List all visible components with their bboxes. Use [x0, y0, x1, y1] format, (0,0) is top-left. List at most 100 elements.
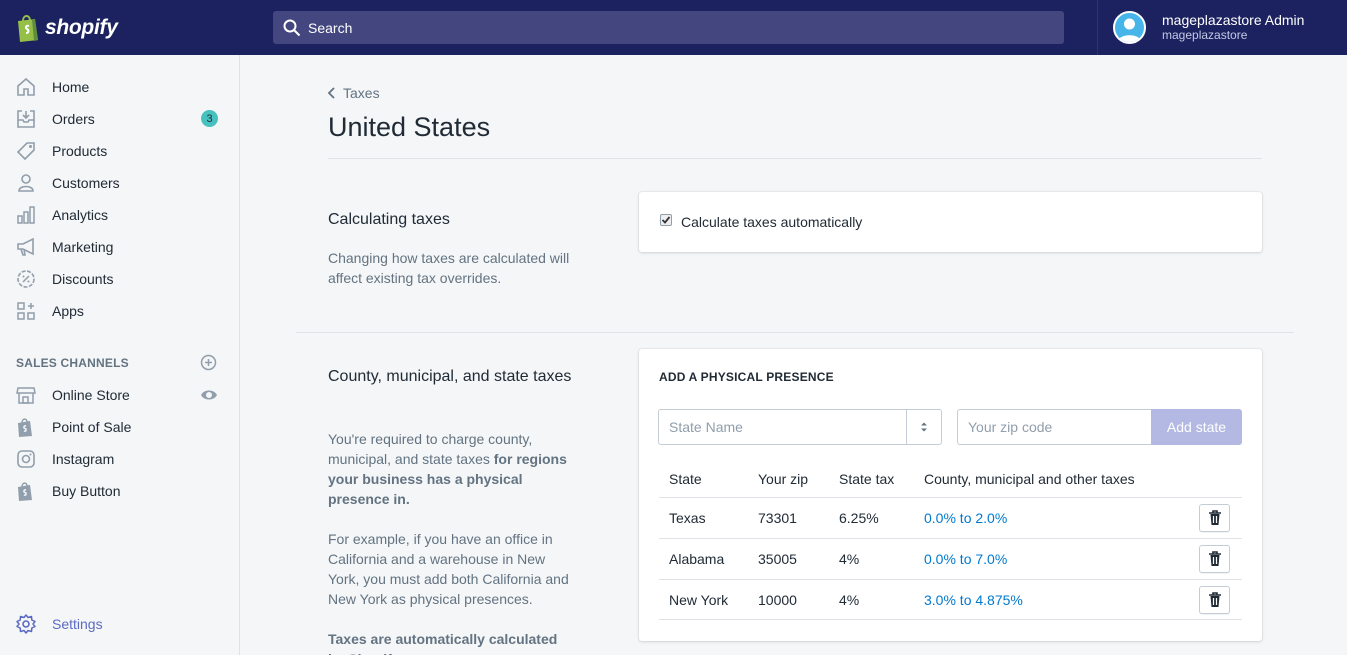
calculate-taxes-label[interactable]: Calculate taxes automatically [681, 214, 862, 230]
sidebar-item-label: Settings [52, 616, 103, 632]
sidebar-item-label: Analytics [52, 207, 109, 223]
sidebar-item-products[interactable]: Products [0, 135, 239, 167]
sidebar-item-label: Instagram [52, 451, 115, 467]
person-icon [15, 172, 37, 194]
physical-presence-card: ADD A PHYSICAL PRESENCE State Name Add s… [639, 349, 1262, 641]
calculating-card: Calculate taxes automatically [639, 192, 1262, 252]
sidebar-item-label: Discounts [52, 271, 114, 287]
section-title-county: County, municipal, and state taxes [328, 368, 572, 385]
orders-icon [15, 108, 37, 130]
eye-icon[interactable] [200, 386, 218, 404]
sidebar-item-label: Buy Button [52, 483, 121, 499]
cell-other-taxes-link[interactable]: 0.0% to 2.0% [924, 510, 1007, 526]
sidebar-item-online-store[interactable]: Online Store [0, 379, 239, 411]
account-name: mageplazastore Admin [1162, 12, 1305, 28]
divider [296, 332, 1294, 333]
section-example-county: For example, if you have an office in Ca… [328, 531, 569, 607]
table-row: Texas 73301 6.25% 0.0% to 2.0% [659, 497, 1242, 538]
divider [328, 158, 1262, 159]
cell-state-tax: 4% [839, 551, 860, 567]
sidebar-item-buy-button[interactable]: Buy Button [0, 475, 239, 507]
shopify-logo[interactable]: shopify [0, 0, 240, 55]
bar-chart-icon [15, 204, 37, 226]
sidebar-item-marketing[interactable]: Marketing [0, 231, 239, 263]
avatar [1113, 11, 1146, 44]
sidebar-item-customers[interactable]: Customers [0, 167, 239, 199]
sidebar-item-home[interactable]: Home [0, 71, 239, 103]
add-channel-icon[interactable] [200, 354, 217, 371]
store-icon [15, 384, 37, 406]
sidebar-item-settings[interactable]: Settings [0, 608, 239, 640]
sidebar-item-discounts[interactable]: Discounts [0, 263, 239, 295]
brand-name: shopify [45, 15, 118, 39]
sidebar-item-instagram[interactable]: Instagram [0, 443, 239, 475]
sidebar: Home Orders 3 Products Customers Analyti… [0, 55, 240, 655]
orders-count-badge: 3 [201, 110, 218, 127]
discount-icon [15, 268, 37, 290]
column-header-state-tax: State tax [839, 471, 895, 487]
sidebar-item-analytics[interactable]: Analytics [0, 199, 239, 231]
section-title-calculating: Calculating taxes [328, 211, 450, 228]
section-description-calculating: Changing how taxes are calculated will a… [328, 250, 570, 286]
apps-icon [15, 300, 37, 322]
breadcrumb-label: Taxes [343, 85, 380, 101]
column-header-zip: Your zip [758, 471, 809, 487]
sidebar-item-label: Apps [52, 303, 84, 319]
user-avatar-icon [1118, 18, 1141, 42]
checkmark-icon [661, 216, 671, 224]
cell-zip: 35005 [758, 551, 797, 567]
delete-button[interactable] [1199, 545, 1230, 573]
page-title: United States [328, 112, 491, 142]
card-heading: ADD A PHYSICAL PRESENCE [659, 370, 834, 384]
breadcrumb[interactable]: Taxes [327, 85, 380, 101]
trash-icon [1208, 592, 1221, 607]
account-store: mageplazastore [1162, 28, 1248, 42]
search-bar[interactable] [273, 11, 1064, 44]
zip-code-field[interactable] [957, 409, 1151, 445]
cell-other-taxes-link[interactable]: 3.0% to 4.875% [924, 592, 1023, 608]
cell-state: New York [669, 592, 729, 608]
sidebar-item-label: Home [52, 79, 90, 95]
sales-channels-heading: SALES CHANNELS [16, 356, 129, 370]
table-row: Alabama 35005 4% 0.0% to 7.0% [659, 538, 1242, 579]
sidebar-item-apps[interactable]: Apps [0, 295, 239, 327]
search-icon [283, 19, 301, 36]
sidebar-item-label: Online Store [52, 387, 130, 403]
select-arrows-icon [906, 410, 941, 444]
cell-other-taxes-link[interactable]: 0.0% to 7.0% [924, 551, 1007, 567]
sidebar-item-label: Customers [52, 175, 120, 191]
sidebar-item-point-of-sale[interactable]: Point of Sale [0, 411, 239, 443]
search-input[interactable] [308, 19, 1008, 36]
delete-button[interactable] [1199, 504, 1230, 532]
chevron-left-icon [327, 87, 335, 99]
tag-icon [15, 140, 37, 162]
column-header-other-taxes: County, municipal and other taxes [924, 471, 1135, 487]
gear-icon [15, 613, 37, 635]
top-bar: shopify mageplazastore Admin mageplazast… [0, 0, 1347, 55]
sidebar-item-label: Marketing [52, 239, 114, 255]
shopify-bag-icon [15, 416, 37, 438]
add-state-button[interactable]: Add state [1151, 409, 1242, 445]
cell-state: Alabama [669, 551, 725, 567]
state-select[interactable]: State Name [658, 409, 942, 445]
sidebar-item-label: Orders [52, 111, 95, 127]
delete-button[interactable] [1199, 586, 1230, 614]
sidebar-item-label: Point of Sale [52, 419, 132, 435]
state-select-placeholder: State Name [669, 419, 743, 435]
cell-state-tax: 6.25% [839, 510, 879, 526]
column-header-state: State [669, 471, 702, 487]
shopify-bag-icon [15, 480, 37, 502]
sidebar-item-label: Products [52, 143, 108, 159]
cell-state: Texas [669, 510, 706, 526]
cell-state-tax: 4% [839, 592, 860, 608]
divider [1097, 0, 1098, 55]
trash-icon [1208, 510, 1221, 525]
zip-code-input[interactable] [958, 410, 1138, 444]
section-description-county: You're required to charge county, munici… [328, 431, 567, 507]
megaphone-icon [15, 236, 37, 258]
sidebar-item-orders[interactable]: Orders 3 [0, 103, 239, 135]
shopify-bag-icon [18, 14, 38, 42]
calculate-taxes-checkbox[interactable] [660, 214, 672, 226]
account-menu[interactable]: mageplazastore Admin mageplazastore [1113, 11, 1304, 44]
table-row: New York 10000 4% 3.0% to 4.875% [659, 579, 1242, 620]
